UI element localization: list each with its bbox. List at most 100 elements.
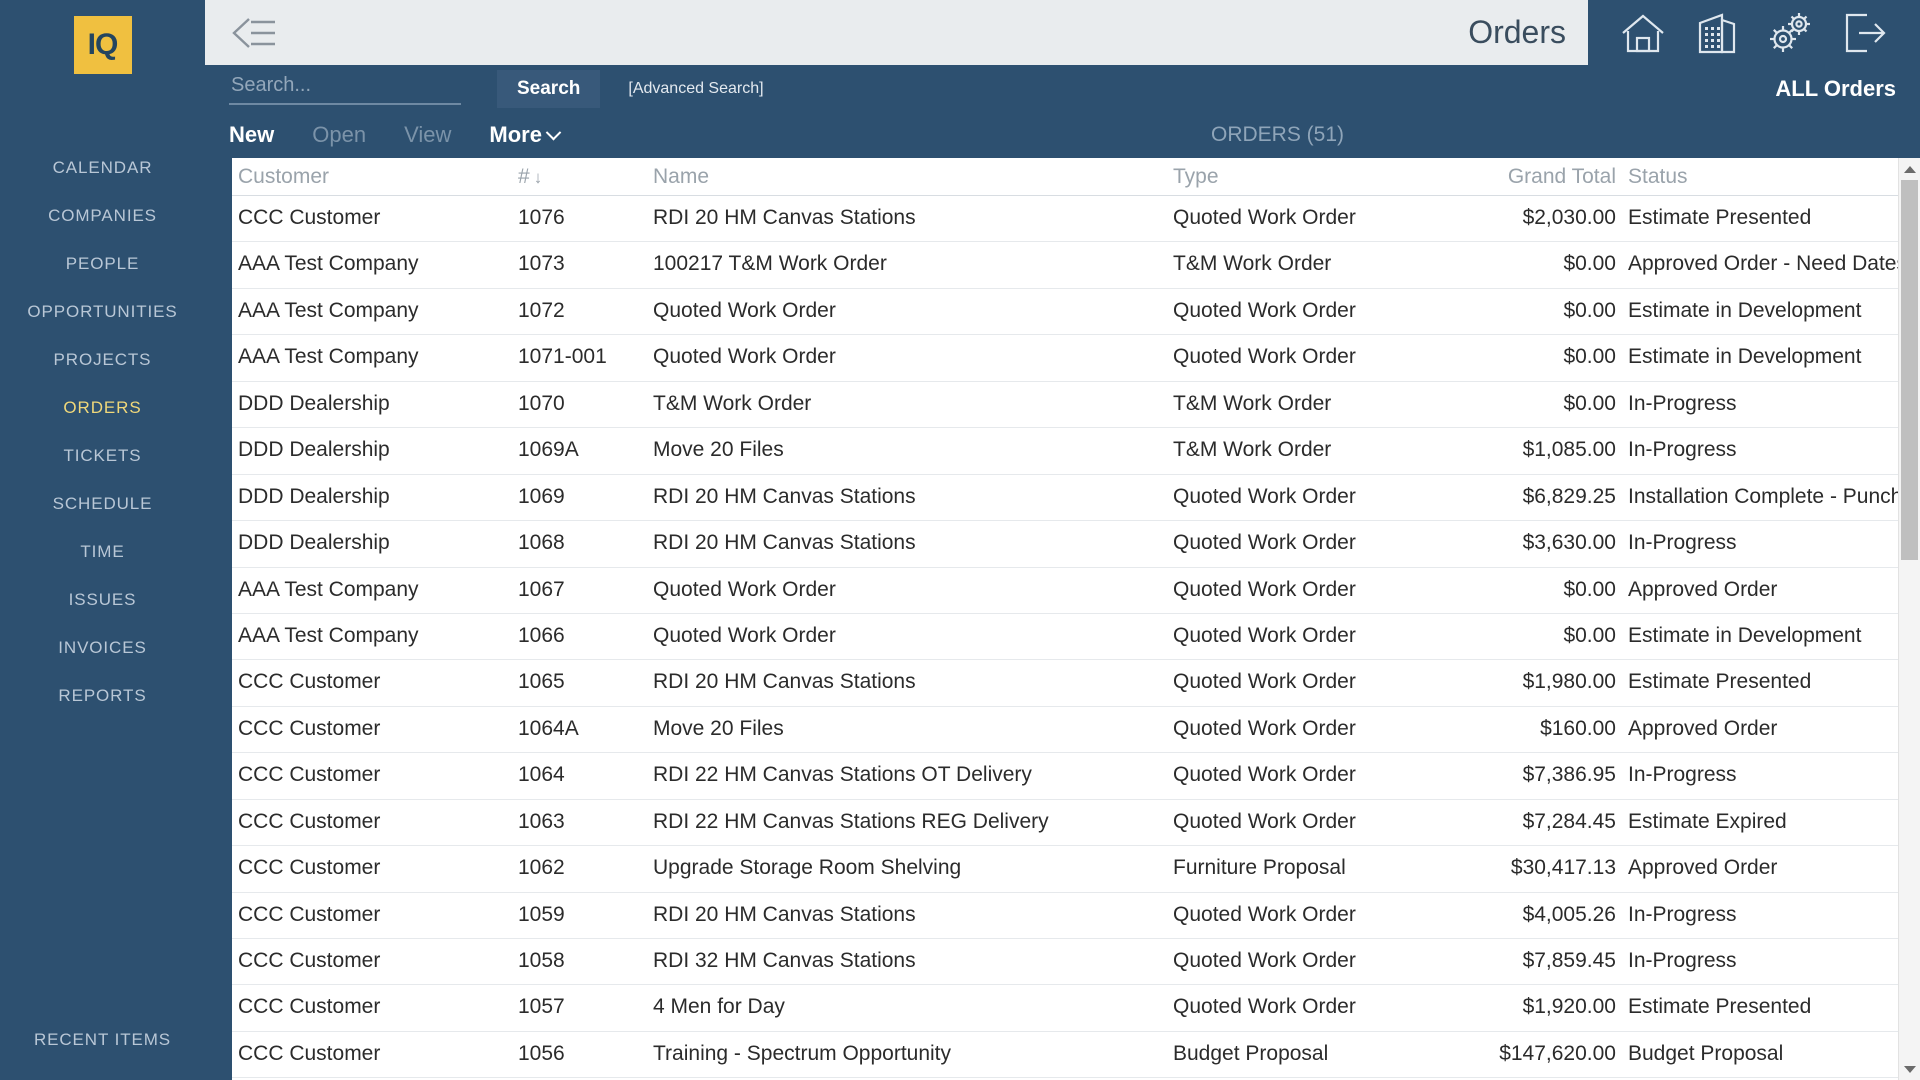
cell-customer: AAA Test Company [238, 345, 419, 369]
gears-icon[interactable] [1754, 0, 1828, 65]
cell-name: Move 20 Files [653, 716, 784, 740]
cell-name: RDI 22 HM Canvas Stations REG Delivery [653, 809, 1049, 833]
table-row[interactable]: DDD Dealership 1069A Move 20 Files T&M Work… [232, 428, 1920, 475]
table-row[interactable]: AAA Test Company 1073 100217 T&M Work Orde… [232, 242, 1920, 289]
sidebar-item-label: INVOICES [58, 638, 147, 657]
sidebar-item-label: OPPORTUNITIES [27, 302, 178, 321]
cell-grand-total: $4,005.26 [1522, 902, 1616, 926]
column-header-name[interactable]: Name [647, 165, 1167, 189]
cell-type: Quoted Work Order [1173, 298, 1356, 322]
cell-name: Quoted Work Order [653, 345, 836, 369]
cell-number: 1065 [518, 670, 565, 694]
scroll-up-arrow-icon[interactable] [1898, 158, 1920, 180]
cell-number: 1067 [518, 577, 565, 601]
app-logo[interactable]: IQ [73, 16, 132, 74]
table-row[interactable]: CCC Customer 1065 RDI 20 HM Canvas Station… [232, 660, 1920, 707]
table-row[interactable]: AAA Test Company 1066 Quoted Work Order Quo… [232, 614, 1920, 661]
scroll-down-arrow-icon[interactable] [1898, 1058, 1920, 1080]
table-row[interactable]: CCC Customer 1076 RDI 20 HM Canvas Station… [232, 196, 1920, 243]
action-new-button[interactable]: New [229, 122, 274, 148]
table-row[interactable]: CCC Customer 1059 RDI 20 HM Canvas Station… [232, 893, 1920, 939]
cell-status: Estimate Expired [1628, 809, 1787, 833]
table-row[interactable]: AAA Test Company 1072 Quoted Work Order Quo… [232, 289, 1920, 336]
cell-number: 1071-001 [518, 345, 607, 369]
cell-customer: CCC Customer [238, 856, 381, 880]
sidebar-item-label: REPORTS [58, 686, 147, 705]
cell-type: Quoted Work Order [1173, 345, 1356, 369]
sidebar-item-tickets[interactable]: TICKETS [0, 432, 205, 480]
table-row[interactable]: AAA Test Company 1067 Quoted Work Order Quo… [232, 568, 1920, 614]
cell-number: 1069A [518, 438, 579, 462]
column-header-number[interactable]: # ↓ [512, 165, 647, 189]
table-row[interactable]: CCC Customer 1058 RDI 32 HM Canvas Station… [232, 939, 1920, 986]
sidebar-item-calendar[interactable]: CALENDAR [0, 144, 205, 192]
chevron-down-icon [545, 124, 562, 140]
column-header-grand-total[interactable]: Grand Total [1417, 165, 1622, 189]
cell-grand-total: $0.00 [1563, 391, 1616, 415]
sidebar-item-recent-items[interactable]: RECENT ITEMS [0, 1030, 205, 1050]
collapse-menu-icon[interactable] [229, 13, 285, 53]
sidebar-item-opportunities[interactable]: OPPORTUNITIES [0, 288, 205, 336]
cell-status: In-Progress [1628, 391, 1737, 415]
logo-wrap: IQ [0, 16, 205, 74]
search-button[interactable]: Search [497, 69, 601, 108]
sidebar-item-reports[interactable]: REPORTS [0, 672, 205, 720]
search-input[interactable] [229, 72, 461, 105]
cell-name: Quoted Work Order [653, 298, 836, 322]
cell-customer: CCC Customer [238, 809, 381, 833]
sidebar: IQ CALENDAR COMPANIES PEOPLE OPPORTUNITIES P… [0, 0, 205, 1080]
table-row[interactable]: DDD Dealership 1069 RDI 20 HM Canvas Stati… [232, 475, 1920, 522]
cell-customer: CCC Customer [238, 949, 381, 972]
table-row[interactable]: DDD Dealership 1068 RDI 20 HM Canvas Stati… [232, 521, 1920, 568]
sidebar-item-orders[interactable]: ORDERS [0, 384, 205, 432]
sort-desc-icon: ↓ [533, 167, 543, 187]
table-row[interactable]: DDD Dealership 1070 T&M Work Order T&M Work… [232, 382, 1920, 429]
action-more-label: More [489, 122, 542, 147]
table-row[interactable]: CCC Customer 1062 Upgrade Storage Room She… [232, 846, 1920, 893]
topbar: Orders [205, 0, 1920, 65]
table-row[interactable]: CCC Customer 1063 RDI 22 HM Canvas Station… [232, 800, 1920, 847]
cell-customer: DDD Dealership [238, 438, 390, 462]
logout-icon[interactable] [1828, 0, 1902, 65]
sidebar-item-projects[interactable]: PROJECTS [0, 336, 205, 384]
building-icon[interactable] [1680, 0, 1754, 65]
cell-type: Quoted Work Order [1173, 902, 1356, 926]
sidebar-item-time[interactable]: TIME [0, 528, 205, 576]
sidebar-item-issues[interactable]: ISSUES [0, 576, 205, 624]
cell-number: 1066 [518, 623, 565, 647]
sidebar-item-people[interactable]: PEOPLE [0, 240, 205, 288]
home-icon[interactable] [1606, 0, 1680, 65]
table-row[interactable]: CCC Customer 1056 Training - Spectrum Oppo… [232, 1032, 1920, 1079]
cell-customer: CCC Customer [238, 670, 381, 694]
table-row[interactable]: CCC Customer 1057 4 Men for Day Quoted Work… [232, 985, 1920, 1032]
action-view-button[interactable]: View [404, 122, 451, 148]
table-row[interactable]: CCC Customer 1064 RDI 22 HM Canvas Station… [232, 753, 1920, 800]
sidebar-item-companies[interactable]: COMPANIES [0, 192, 205, 240]
column-header-customer[interactable]: Customer [232, 165, 512, 189]
scrollbar-track[interactable] [1899, 180, 1920, 1058]
all-orders-filter[interactable]: ALL Orders [1775, 76, 1896, 102]
table-row[interactable]: AAA Test Company 1071-001 Quoted Work Orde… [232, 335, 1920, 382]
table-row[interactable]: CCC Customer 1064A Move 20 Files Quoted Wor… [232, 707, 1920, 754]
sidebar-item-schedule[interactable]: SCHEDULE [0, 480, 205, 528]
cell-type: Quoted Work Order [1173, 809, 1356, 833]
scrollbar-thumb[interactable] [1900, 180, 1918, 560]
action-open-button[interactable]: Open [312, 122, 366, 148]
cell-number: 1076 [518, 206, 565, 229]
cell-status: In-Progress [1628, 902, 1737, 926]
table-scrollbar[interactable] [1898, 158, 1920, 1080]
advanced-search-link[interactable]: [Advanced Search] [628, 80, 763, 98]
cell-status: Estimate in Development [1628, 623, 1862, 647]
column-header-type[interactable]: Type [1167, 165, 1417, 189]
action-more-menu[interactable]: More [489, 122, 562, 148]
column-header-status[interactable]: Status [1622, 165, 1920, 189]
cell-type: Quoted Work Order [1173, 577, 1356, 601]
cell-status: Installation Complete - Punch [1628, 484, 1903, 508]
cell-name: Training - Spectrum Opportunity [653, 1041, 952, 1065]
cell-number: 1069 [518, 484, 565, 508]
sidebar-item-invoices[interactable]: INVOICES [0, 624, 205, 672]
cell-type: Quoted Work Order [1173, 949, 1356, 972]
cell-status: Approved Order - Need Dates [1628, 252, 1907, 276]
cell-type: T&M Work Order [1173, 391, 1332, 415]
action-row: New Open View More ORDERS (51) [205, 112, 1920, 158]
